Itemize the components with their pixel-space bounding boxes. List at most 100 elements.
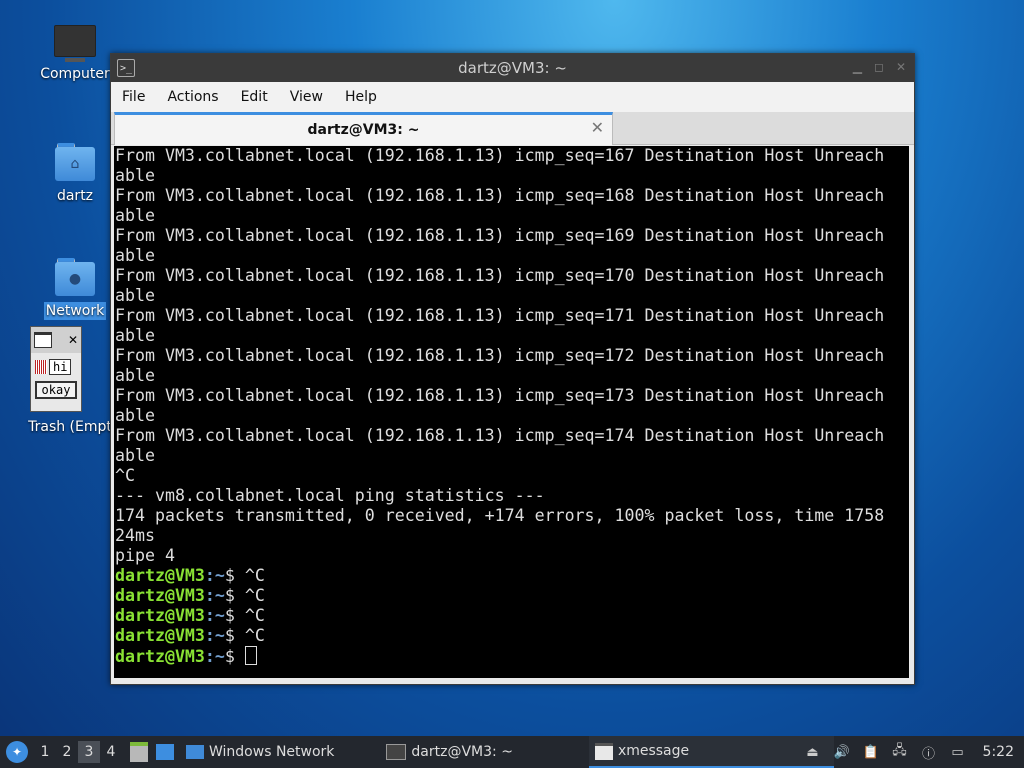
desktop-icon-label: Trash (Empt — [28, 419, 112, 435]
network-icon[interactable]: 🖧 — [890, 743, 910, 761]
prompt-command: ^C — [244, 566, 265, 585]
prompt-symbol: $ — [224, 586, 245, 605]
prompt-command: ^C — [244, 606, 265, 625]
menu-view[interactable]: View — [290, 89, 323, 105]
workspace-2[interactable]: 2 — [56, 741, 78, 763]
text-cursor — [244, 646, 257, 665]
terminal-line: --- vm8.collabnet.local ping statistics … — [115, 486, 545, 505]
prompt-line: dartz@VM3:~$ ^C — [115, 606, 909, 626]
xmessage-message: hi — [35, 359, 77, 375]
task-label: dartz@VM3: ~ — [411, 744, 513, 760]
prompt-path: :~ — [204, 566, 225, 585]
desktop-icon-trash[interactable]: Trash (Empt — [20, 418, 120, 436]
system-tray: ⏏ 🔊 📋 🖧 ⓘ ▭ 5:22 — [803, 736, 1024, 768]
clock[interactable]: 5:22 — [983, 744, 1014, 760]
okay-button[interactable]: okay — [35, 381, 77, 399]
prompt-path: :~ — [204, 606, 225, 625]
workspace-4[interactable]: 4 — [100, 741, 122, 763]
minimize-icon[interactable]: ▁ — [853, 60, 862, 74]
task-label: xmessage — [617, 743, 690, 759]
terminal-line: From VM3.collabnet.local (192.168.1.13) … — [115, 426, 885, 445]
home-folder-icon: ⌂ — [55, 143, 95, 181]
menubar: File Actions Edit View Help — [111, 82, 914, 112]
screen-icon[interactable]: ▭ — [948, 743, 968, 761]
terminal-line: From VM3.collabnet.local (192.168.1.13) … — [115, 266, 885, 285]
workspace-3[interactable]: 3 — [78, 741, 100, 763]
terminal-line: pipe 4 — [115, 546, 175, 565]
prompt-user: dartz@VM3 — [115, 626, 205, 645]
prompt-symbol: $ — [224, 566, 245, 585]
barcode-icon — [35, 360, 47, 374]
close-icon[interactable]: ✕ — [896, 60, 906, 74]
terminal-line: 174 packets transmitted, 0 received, +17… — [115, 506, 885, 525]
xmessage-titlebar[interactable]: ✕ — [31, 327, 81, 353]
terminal-line: From VM3.collabnet.local (192.168.1.13) … — [115, 306, 885, 325]
file-manager-launcher-icon[interactable] — [130, 742, 148, 762]
notification-icon[interactable]: ⓘ — [919, 743, 939, 762]
prompt-symbol: $ — [224, 626, 245, 645]
prompt-line: dartz@VM3:~$ ^C — [115, 566, 909, 586]
terminal-icon — [386, 744, 407, 760]
prompt-command: ^C — [244, 586, 265, 605]
network-folder-icon: ● — [55, 258, 95, 296]
menu-actions[interactable]: Actions — [167, 89, 218, 105]
terminal-line: From VM3.collabnet.local (192.168.1.13) … — [115, 386, 885, 405]
xmessage-text: hi — [49, 359, 72, 375]
tab-close-icon[interactable]: ✕ — [591, 118, 604, 137]
tab-label: dartz@VM3: ~ — [307, 122, 420, 138]
desktop-icon-label: Network — [43, 302, 107, 320]
prompt-line: dartz@VM3:~$ — [115, 646, 909, 667]
computer-icon — [54, 25, 96, 62]
terminal-line: From VM3.collabnet.local (192.168.1.13) … — [115, 186, 885, 205]
prompt-symbol: $ — [224, 606, 245, 625]
folder-icon — [186, 745, 204, 759]
prompt-path: :~ — [204, 647, 225, 666]
terminal-output[interactable]: From VM3.collabnet.local (192.168.1.13) … — [114, 146, 909, 678]
show-desktop-icon[interactable] — [156, 744, 174, 760]
window-icon — [34, 332, 52, 348]
terminal-line: able — [115, 206, 155, 225]
terminal-line: From VM3.collabnet.local (192.168.1.13) … — [115, 346, 885, 365]
prompt-user: dartz@VM3 — [115, 606, 205, 625]
prompt-user: dartz@VM3 — [115, 647, 205, 666]
task-terminal[interactable]: dartz@VM3: ~ — [380, 736, 519, 768]
menu-edit[interactable]: Edit — [241, 89, 268, 105]
close-icon[interactable]: ✕ — [68, 333, 78, 347]
terminal-icon: >_ — [117, 59, 135, 77]
task-windows-network[interactable]: Windows Network — [180, 736, 340, 768]
terminal-line: able — [115, 446, 155, 465]
tab-terminal[interactable]: dartz@VM3: ~ ✕ — [114, 112, 613, 145]
menu-file[interactable]: File — [122, 89, 145, 105]
terminal-line: ^C — [115, 466, 135, 485]
prompt-path: :~ — [204, 586, 225, 605]
task-label: Windows Network — [209, 744, 335, 760]
terminal-line: 24ms — [115, 526, 155, 545]
eject-icon[interactable]: ⏏ — [803, 743, 823, 761]
prompt-line: dartz@VM3:~$ ^C — [115, 586, 909, 606]
workspace-1[interactable]: 1 — [34, 741, 56, 763]
volume-icon[interactable]: 🔊 — [832, 743, 852, 761]
terminal-window[interactable]: >_ dartz@VM3: ~ ▁ ◻ ✕ File Actions Edit … — [110, 53, 915, 685]
terminal-line: From VM3.collabnet.local (192.168.1.13) … — [115, 226, 885, 245]
window-title: dartz@VM3: ~ — [458, 59, 567, 77]
prompt-line: dartz@VM3:~$ ^C — [115, 626, 909, 646]
terminal-line: able — [115, 326, 155, 345]
window-titlebar[interactable]: >_ dartz@VM3: ~ ▁ ◻ ✕ — [111, 54, 914, 82]
start-menu-icon[interactable]: ✦ — [6, 741, 28, 763]
desktop-icon-label: dartz — [56, 188, 94, 204]
prompt-command: ^C — [244, 626, 265, 645]
terminal-line: able — [115, 366, 155, 385]
task-xmessage[interactable]: xmessage — [588, 736, 834, 768]
prompt-symbol: $ — [224, 647, 245, 666]
terminal-line: able — [115, 246, 155, 265]
terminal-line: able — [115, 166, 155, 185]
prompt-user: dartz@VM3 — [115, 586, 205, 605]
terminal-line: able — [115, 406, 155, 425]
menu-help[interactable]: Help — [345, 89, 377, 105]
clipboard-icon[interactable]: 📋 — [861, 743, 881, 761]
tab-bar: dartz@VM3: ~ ✕ — [111, 112, 914, 145]
xmessage-window[interactable]: ✕ hi okay — [30, 326, 82, 412]
terminal-line: able — [115, 286, 155, 305]
maximize-icon[interactable]: ◻ — [874, 60, 884, 74]
prompt-user: dartz@VM3 — [115, 566, 205, 585]
